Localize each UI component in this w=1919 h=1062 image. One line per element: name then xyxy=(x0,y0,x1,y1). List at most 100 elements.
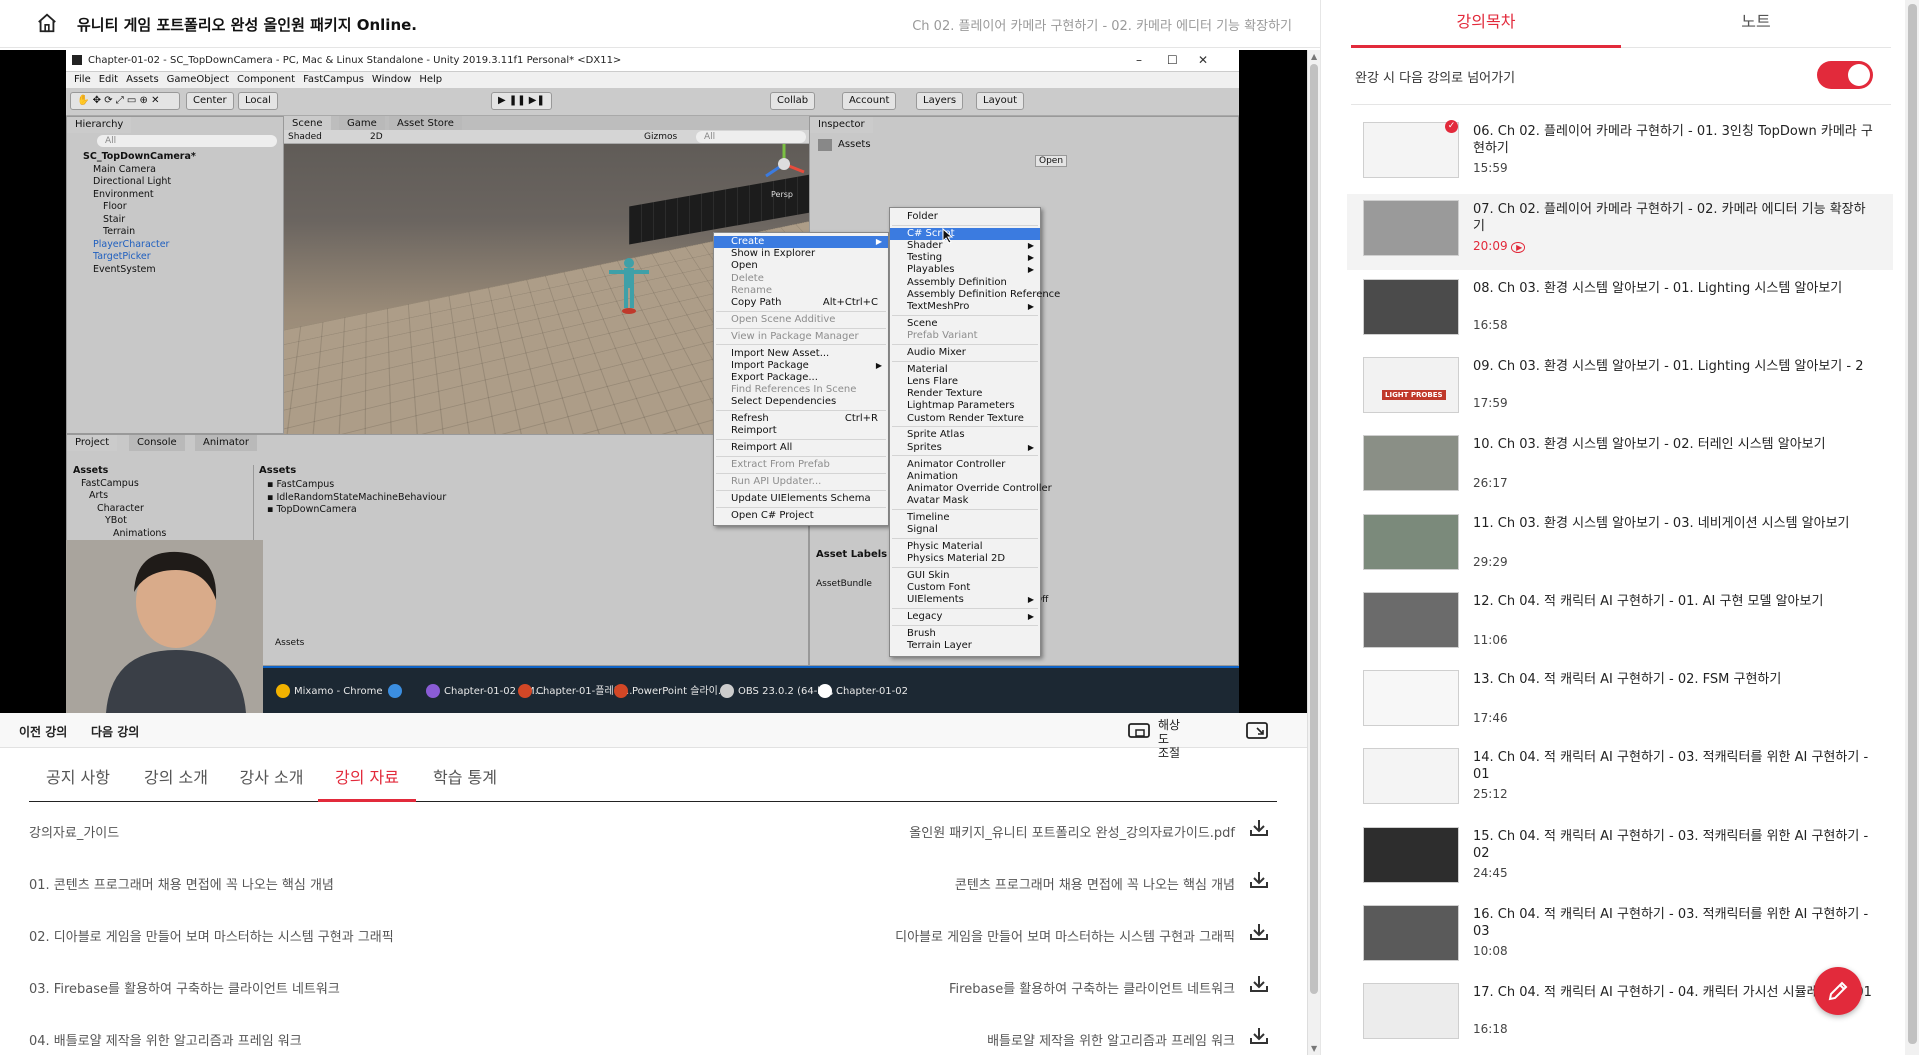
context-menu-item-label: Show in Explorer xyxy=(731,248,816,260)
hierarchy-item: Floor xyxy=(103,201,127,212)
taskbar-item xyxy=(388,680,406,704)
lecture-item[interactable]: 15. Ch 04. 적 캐릭터 AI 구현하기 - 03. 적캐릭터를 위한 … xyxy=(1347,821,1893,897)
course-title: 유니티 게임 포트폴리오 완성 올인원 패키지 Online. xyxy=(77,16,417,34)
unity-create-submenu: Folder C# Script Shader ▶ Testing ▶ Playables ▶… xyxy=(889,207,1060,657)
context-menu-shortcut: Ctrl+R xyxy=(844,413,878,425)
tab-1[interactable]: 공지 사항 xyxy=(29,753,127,802)
context-menu-shortcut: Alt+Ctrl+C xyxy=(822,296,878,308)
create-submenu-item: Custom Font xyxy=(890,582,1040,594)
instructor-webcam xyxy=(66,540,263,713)
lecture-title: 17. Ch 04. 적 캐릭터 AI 구현하기 - 04. 캐릭터 가시선 시… xyxy=(1473,985,1872,1001)
play-circle-icon: ▶ xyxy=(1510,242,1526,254)
play-controls: ▶ ❚❚ ▶❚ xyxy=(491,92,552,110)
material-file-name[interactable]: Firebase를 활용하여 구축하는 클라이언트 네트워크 xyxy=(949,978,1235,997)
create-submenu-item-label: Assembly Definition Reference xyxy=(907,288,1061,300)
taskbar-item: Mixamo - Chrome xyxy=(276,680,383,704)
layers-button: Layers xyxy=(916,92,964,110)
lecture-duration: 26:17 xyxy=(1473,476,1508,491)
download-icon[interactable] xyxy=(1249,1027,1269,1045)
inspector-open-button: Open xyxy=(1035,155,1068,167)
lecture-thumbnail xyxy=(1363,435,1459,492)
scroll-down-icon[interactable]: ▼ xyxy=(1311,1044,1317,1053)
download-icon[interactable] xyxy=(1249,819,1269,837)
submenu-arrow-icon: ▶ xyxy=(875,237,882,246)
right-sidebar: 강의목차 노트 완강 시 다음 강의로 넘어가기 ✓ 06. Ch 02. 플레이… xyxy=(1320,0,1919,1055)
folder-icon xyxy=(818,139,832,151)
lecture-item[interactable]: LIGHT PROBES 09. Ch 03. 환경 시스템 알아보기 - 01.… xyxy=(1347,351,1893,427)
download-icon[interactable] xyxy=(1249,975,1269,993)
autoplay-toggle[interactable] xyxy=(1817,61,1873,89)
player-character-model xyxy=(609,258,649,314)
next-lecture-button[interactable]: 다음 강의 xyxy=(91,723,139,740)
lecture-title: 07. Ch 02. 플레이어 카메라 구현하기 - 02. 카메라 에디터 기… xyxy=(1473,202,1866,235)
shading-mode: Shaded xyxy=(288,132,322,142)
prev-lecture-button[interactable]: 이전 강의 xyxy=(19,723,67,740)
lecture-item[interactable]: 10. Ch 03. 환경 시스템 알아보기 - 02. 터레인 시스템 알아보… xyxy=(1347,429,1893,505)
tab-lecture-toc[interactable]: 강의목차 xyxy=(1351,0,1621,48)
tab-3[interactable]: 강사 소개 xyxy=(225,753,318,802)
tab-note[interactable]: 노트 xyxy=(1621,0,1891,48)
tab-2[interactable]: 강의 소개 xyxy=(127,753,225,802)
context-menu-item: Import Package ▶ xyxy=(714,360,888,372)
video-player[interactable]: Chapter-01-02 - SC_TopDownCamera - PC, M… xyxy=(0,50,1307,713)
create-submenu-item: Legacy ▶ xyxy=(890,611,1040,623)
project-tree-item: YBot xyxy=(105,515,127,526)
sidebar-scrollbar-thumb[interactable] xyxy=(1908,4,1917,1044)
create-submenu-item: Scene xyxy=(890,318,1040,330)
download-icon[interactable] xyxy=(1249,871,1269,889)
create-submenu-item: GUI Skin xyxy=(890,570,1040,582)
2d-toggle: 2D xyxy=(370,132,383,142)
project-tree-item: Assets xyxy=(73,465,109,476)
lecture-item[interactable]: ✓ 06. Ch 02. 플레이어 카메라 구현하기 - 01. 3인칭 TopD… xyxy=(1347,116,1893,192)
page-scrollbar[interactable]: ▲ ▼ xyxy=(1307,50,1320,1055)
sidebar-scrollbar[interactable] xyxy=(1905,0,1919,1055)
home-icon[interactable] xyxy=(36,12,58,34)
inspector-tab: Inspector xyxy=(810,117,873,133)
context-menu-item-label: Export Package... xyxy=(731,371,818,383)
scrollbar-thumb[interactable] xyxy=(1310,64,1318,994)
lecture-title: 06. Ch 02. 플레이어 카메라 구현하기 - 01. 3인칭 TopDo… xyxy=(1473,124,1873,156)
context-menu-item-label: Find References In Scene xyxy=(731,384,857,396)
completed-check-icon: ✓ xyxy=(1445,120,1458,133)
scroll-up-icon[interactable]: ▲ xyxy=(1311,52,1317,61)
material-file-name[interactable]: 콘텐츠 프로그래머 채용 면접에 꼭 나오는 핵심 개념 xyxy=(955,874,1235,893)
unity-menu-item: Help xyxy=(419,74,443,85)
download-icon[interactable] xyxy=(1249,923,1269,941)
lecture-item[interactable]: 13. Ch 04. 적 캐릭터 AI 구현하기 - 02. FSM 구현하기 1… xyxy=(1347,664,1893,740)
lecture-item[interactable]: 16. Ch 04. 적 캐릭터 AI 구현하기 - 03. 적캐릭터를 위한 … xyxy=(1347,899,1893,975)
material-title: 03. Firebase를 활용하여 구축하는 클라이언트 네트워크 xyxy=(29,982,340,997)
lecture-item[interactable]: 14. Ch 04. 적 캐릭터 AI 구현하기 - 03. 적캐릭터를 위한 … xyxy=(1347,742,1893,818)
material-row: 01. 콘텐츠 프로그래머 채용 면접에 꼭 나오는 핵심 개념 콘텐츠 프로그래… xyxy=(29,854,1277,906)
context-menu-item: Reimport All xyxy=(714,442,888,454)
unity-menu-item: Window xyxy=(371,74,412,85)
context-menu-item-label: Reimport All xyxy=(731,442,793,454)
lecture-item[interactable]: 08. Ch 03. 환경 시스템 알아보기 - 01. Lighting 시스… xyxy=(1347,273,1893,349)
material-file-name[interactable]: 디아블로 게임을 만들어 보며 마스터하는 시스템 구현과 그래픽 xyxy=(895,926,1235,945)
pencil-icon xyxy=(1828,981,1848,1001)
unity-context-menu: Create ▶ Show in Explorer Open Delete Rename C… xyxy=(713,232,889,526)
create-submenu-item-label: Physics Material 2D xyxy=(907,553,1006,565)
fullscreen-icon[interactable] xyxy=(1246,722,1268,740)
resolution-button[interactable]: 해상도 조절 xyxy=(1128,716,1188,760)
material-file-name[interactable]: 배틀로얄 제작을 위한 알고리즘과 프레임 워크 xyxy=(987,1030,1235,1049)
create-submenu-item-label: UIElements xyxy=(907,594,964,606)
create-submenu-item-label: Animator Override Controller xyxy=(907,482,1052,494)
player-control-bar: 이전 강의 다음 강의 해상도 조절 xyxy=(0,713,1307,760)
lecture-item[interactable]: 17. Ch 04. 적 캐릭터 AI 구현하기 - 04. 캐릭터 가시선 시… xyxy=(1347,977,1893,1053)
context-menu-item-label: Copy Path xyxy=(731,296,782,308)
lecture-item[interactable]: 12. Ch 04. 적 캐릭터 AI 구현하기 - 01. AI 구현 모델 … xyxy=(1347,586,1893,662)
tab-4[interactable]: 강의 자료 xyxy=(318,753,416,802)
lecture-thumbnail xyxy=(1363,905,1459,961)
project-asset-item: ▪ FastCampus xyxy=(267,479,335,490)
lecture-title: 16. Ch 04. 적 캐릭터 AI 구현하기 - 03. 적캐릭터를 위한 … xyxy=(1473,907,1869,939)
lecture-item[interactable]: 07. Ch 02. 플레이어 카메라 구현하기 - 02. 카메라 에디터 기… xyxy=(1347,194,1893,271)
lecture-duration: 29:29 xyxy=(1473,554,1508,569)
taskbar-app-icon xyxy=(276,684,290,698)
note-edit-button[interactable] xyxy=(1814,967,1862,1015)
material-file-name[interactable]: 올인원 패키지_유니티 포트폴리오 완성_강의자료가이드.pdf xyxy=(909,822,1235,841)
taskbar-app-icon xyxy=(614,684,628,698)
tab-5[interactable]: 학습 통계 xyxy=(416,753,514,802)
create-submenu-item: Animator Controller xyxy=(890,459,1040,471)
lecture-item[interactable]: 11. Ch 03. 환경 시스템 알아보기 - 03. 네비게이션 시스템 알… xyxy=(1347,508,1893,584)
create-submenu-item: Terrain Layer xyxy=(890,640,1040,652)
